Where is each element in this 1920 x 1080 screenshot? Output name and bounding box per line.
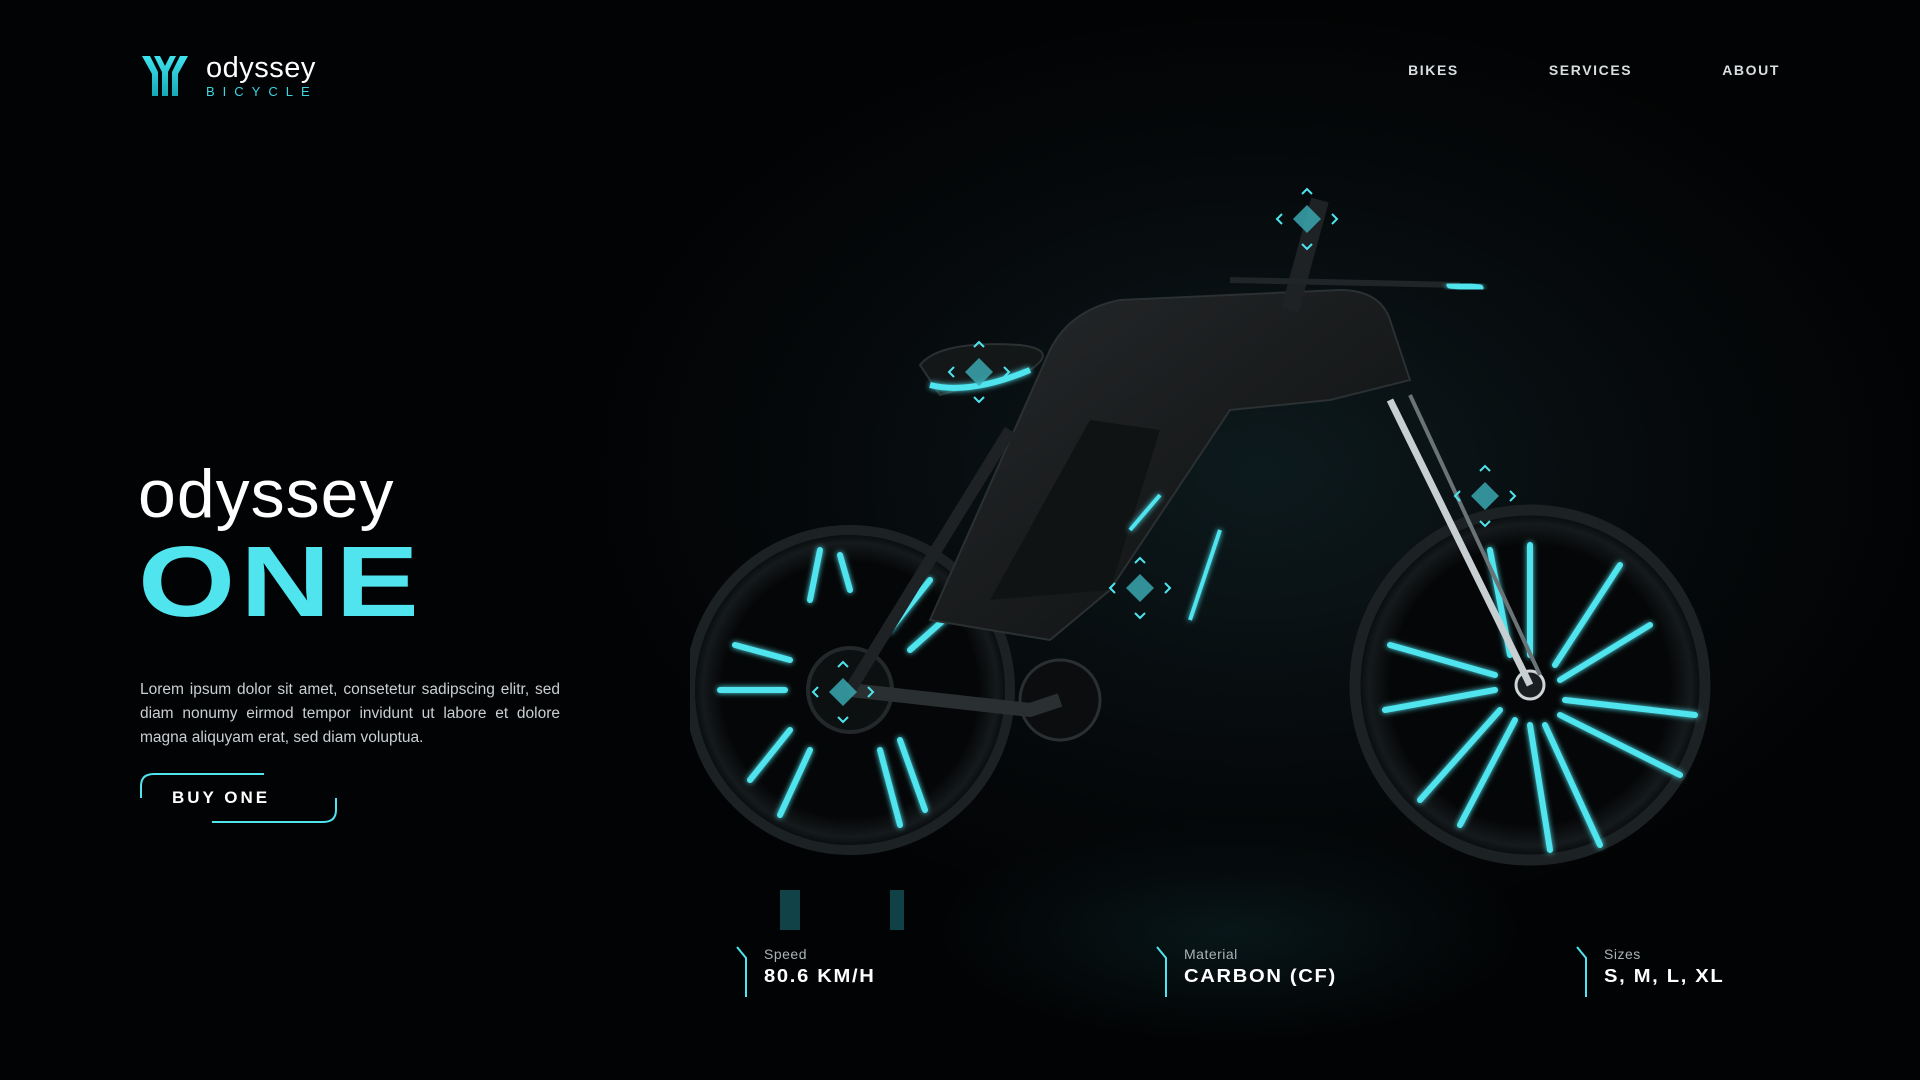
brand-name: odyssey: [206, 51, 316, 84]
spec-material: Material CARBON (CF): [1156, 946, 1335, 997]
diamond-move-icon: [1275, 187, 1339, 251]
hero-title-line1: odyssey: [138, 456, 395, 532]
main-nav: BIKES SERVICES ABOUT: [1408, 62, 1780, 78]
odyssey-logo-icon: [142, 56, 188, 96]
frame-hotspot[interactable]: [1108, 556, 1172, 620]
bracket-icon: [1156, 946, 1167, 997]
brand-logo[interactable]: odyssey BICYCLE: [140, 52, 318, 100]
diamond-move-icon: [811, 660, 875, 724]
buy-one-label: BUY ONE: [172, 788, 271, 807]
hero-title-line2: ONE: [138, 526, 424, 638]
spec-sizes: Sizes S, M, L, XL: [1576, 946, 1723, 997]
hero-description: Lorem ipsum dolor sit amet, consetetur s…: [140, 680, 560, 746]
spec-value: CARBON (CF): [1184, 966, 1337, 986]
fork-hotspot[interactable]: [1453, 464, 1517, 528]
brand-tagline: BICYCLE: [206, 83, 318, 99]
spec-label: Sizes: [1604, 946, 1641, 962]
floor-reflection: [780, 890, 904, 930]
bike-illustration: [690, 197, 1711, 930]
diamond-move-icon: [947, 340, 1011, 404]
nav-item-services[interactable]: SERVICES: [1549, 62, 1632, 78]
bracket-icon: [736, 946, 747, 997]
nav-item-bikes[interactable]: BIKES: [1408, 62, 1459, 78]
nav-item-about[interactable]: ABOUT: [1722, 62, 1780, 78]
handlebar-hotspot[interactable]: [1275, 187, 1339, 251]
diamond-move-icon: [1453, 464, 1517, 528]
buy-one-button[interactable]: BUY ONE: [140, 772, 338, 824]
spec-speed: Speed 80.6 KM/H: [736, 946, 874, 997]
spec-label: Material: [1184, 946, 1238, 962]
spec-label: Speed: [764, 946, 807, 962]
bracket-icon: [1576, 946, 1587, 997]
diamond-move-icon: [1108, 556, 1172, 620]
spec-value: S, M, L, XL: [1604, 966, 1725, 986]
rear-hub-hotspot[interactable]: [811, 660, 875, 724]
spec-value: 80.6 KM/H: [764, 966, 876, 986]
saddle-hotspot[interactable]: [947, 340, 1011, 404]
